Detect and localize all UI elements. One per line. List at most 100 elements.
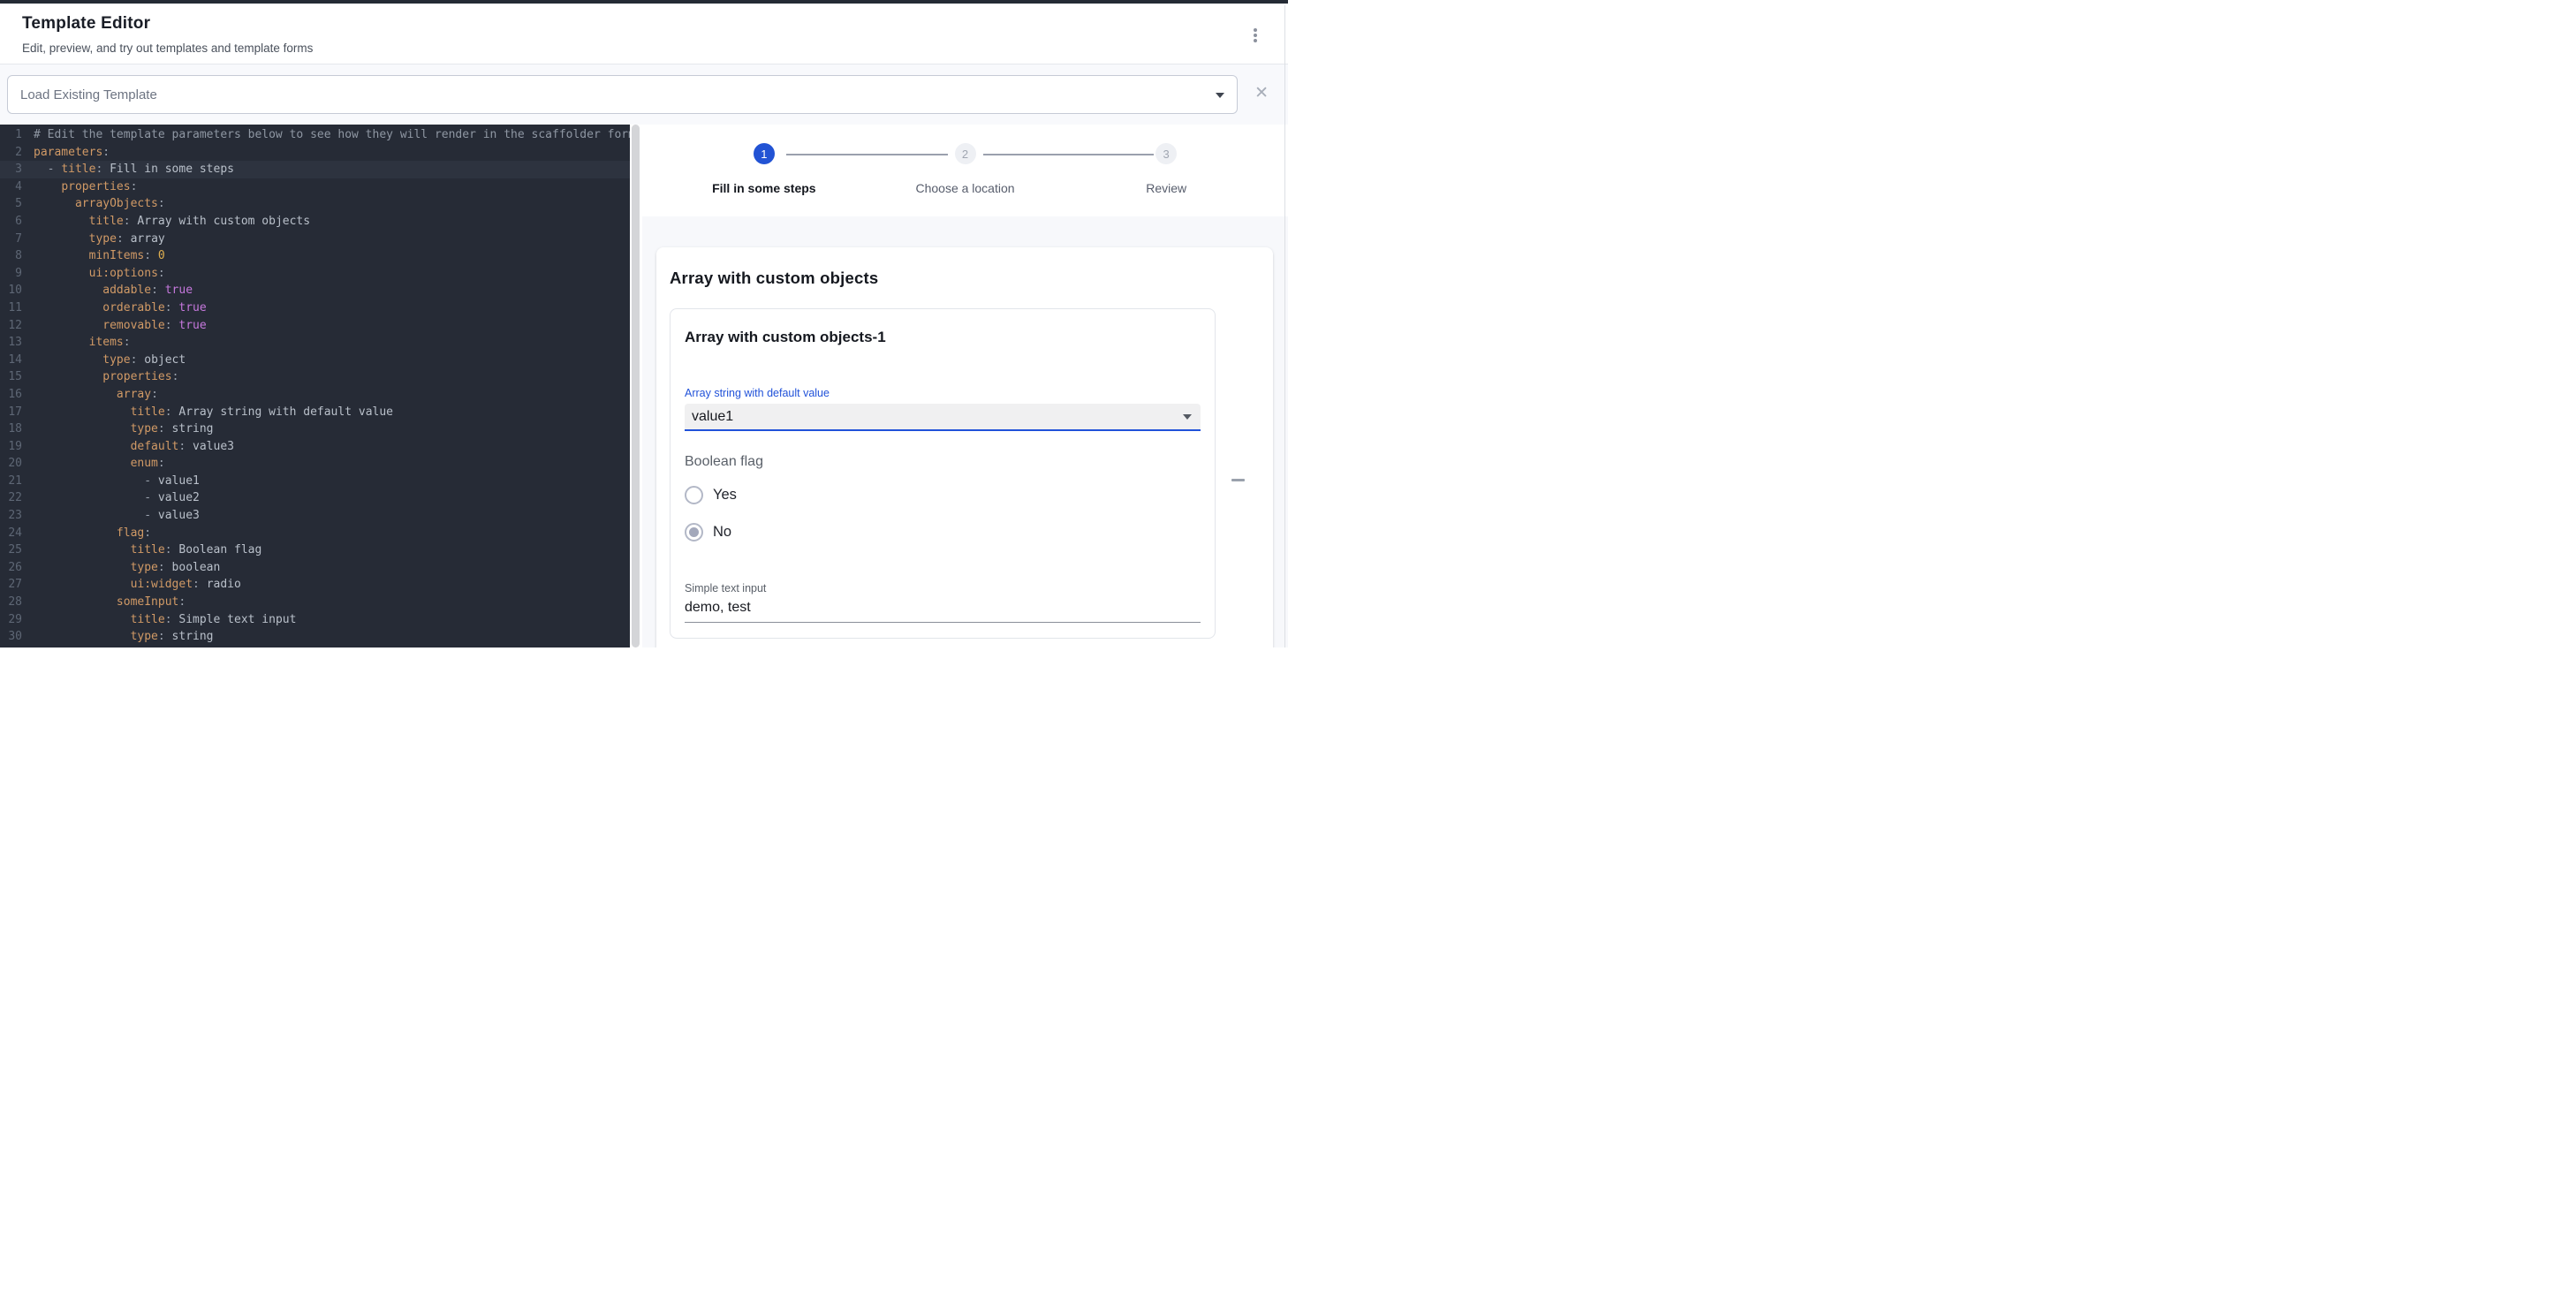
line-number: 7	[0, 231, 22, 248]
step-fill-in-some-steps[interactable]: 1 Fill in some steps	[663, 143, 865, 195]
main-split: 1# Edit the template parameters below to…	[0, 125, 1288, 648]
line-number: 27	[0, 576, 22, 594]
code-line[interactable]: 7 type: array	[0, 231, 630, 248]
boolean-flag-label: Boolean flag	[685, 454, 1201, 470]
code-line[interactable]: 29 title: Simple text input	[0, 611, 630, 629]
code-line[interactable]: 10 addable: true	[0, 282, 630, 299]
code-line[interactable]: 21 - value1	[0, 473, 630, 490]
yaml-code-editor[interactable]: 1# Edit the template parameters below to…	[0, 125, 630, 648]
code-line[interactable]: 12 removable: true	[0, 317, 630, 335]
select-caret-icon	[1183, 414, 1192, 420]
stepper-connector	[983, 154, 1154, 155]
code-lines: 1# Edit the template parameters below to…	[0, 126, 630, 646]
code-line[interactable]: 25 title: Boolean flag	[0, 541, 630, 559]
close-x-icon[interactable]: ✕	[1254, 84, 1269, 103]
load-template-toolbar: Load Existing Template ✕	[0, 64, 1288, 125]
code-text: items:	[22, 334, 131, 352]
line-number: 14	[0, 352, 22, 369]
code-text: - value3	[22, 507, 200, 525]
page-right-edge	[1284, 5, 1285, 648]
radio-label: No	[713, 524, 731, 541]
template-editor-page: Template Editor Edit, preview, and try o…	[0, 0, 1288, 648]
code-text: minItems: 0	[22, 247, 165, 265]
radio-option-yes[interactable]: Yes	[685, 476, 1201, 513]
code-line[interactable]: 17 title: Array string with default valu…	[0, 404, 630, 421]
code-line[interactable]: 22 - value2	[0, 489, 630, 507]
line-number: 21	[0, 473, 22, 490]
code-text: type: object	[22, 352, 186, 369]
code-text: default: value3	[22, 438, 234, 456]
code-line[interactable]: 5 arrayObjects:	[0, 195, 630, 213]
page-title: Template Editor	[22, 14, 1266, 34]
code-line[interactable]: 3 - title: Fill in some steps	[0, 161, 630, 178]
kebab-menu-icon[interactable]	[1247, 27, 1263, 43]
editor-scrollbar[interactable]	[630, 125, 642, 648]
code-line[interactable]: 16 array:	[0, 386, 630, 404]
line-number: 5	[0, 195, 22, 213]
radio-label: Yes	[713, 487, 737, 504]
line-number: 11	[0, 299, 22, 317]
code-line[interactable]: 2parameters:	[0, 144, 630, 162]
code-text: title: Array with custom objects	[22, 213, 310, 231]
step-number-badge: 2	[955, 143, 976, 164]
code-line[interactable]: 18 type: string	[0, 420, 630, 438]
code-line[interactable]: 15 properties:	[0, 368, 630, 386]
line-number: 18	[0, 420, 22, 438]
load-existing-template-select[interactable]: Load Existing Template	[7, 75, 1238, 114]
code-line[interactable]: 28 someInput:	[0, 594, 630, 611]
code-text: ui:widget: radio	[22, 576, 241, 594]
code-text: - value2	[22, 489, 200, 507]
code-line[interactable]: 4 properties:	[0, 178, 630, 196]
line-number: 1	[0, 126, 22, 144]
code-line[interactable]: 24 flag:	[0, 525, 630, 542]
simple-text-input-value: demo, test	[685, 600, 751, 615]
line-number: 23	[0, 507, 22, 525]
stepper: 1 Fill in some steps 2 Choose a location…	[642, 125, 1288, 216]
code-line[interactable]: 23 - value3	[0, 507, 630, 525]
code-line[interactable]: 26 type: boolean	[0, 559, 630, 577]
array-string-select[interactable]: value1	[685, 404, 1201, 431]
step-review[interactable]: 3 Review	[1065, 143, 1267, 195]
code-line[interactable]: 6 title: Array with custom objects	[0, 213, 630, 231]
code-line[interactable]: 30 type: string	[0, 628, 630, 646]
line-number: 6	[0, 213, 22, 231]
step-choose-a-location[interactable]: 2 Choose a location	[865, 143, 1066, 195]
code-text: orderable: true	[22, 299, 207, 317]
line-number: 28	[0, 594, 22, 611]
line-number: 29	[0, 611, 22, 629]
code-line[interactable]: 20 enum:	[0, 455, 630, 473]
step-label: Fill in some steps	[712, 181, 815, 195]
line-number: 20	[0, 455, 22, 473]
line-number: 30	[0, 628, 22, 646]
editor-scrollbar-thumb[interactable]	[632, 125, 640, 648]
line-number: 16	[0, 386, 22, 404]
line-number: 17	[0, 404, 22, 421]
radio-circle-icon[interactable]	[685, 523, 703, 541]
code-text: flag:	[22, 525, 151, 542]
simple-text-input[interactable]: demo, test	[685, 600, 1201, 623]
radio-group: Yes No	[685, 476, 1201, 550]
radio-circle-icon[interactable]	[685, 486, 703, 504]
code-line[interactable]: 27 ui:widget: radio	[0, 576, 630, 594]
page-header: Template Editor Edit, preview, and try o…	[0, 4, 1288, 64]
array-section-title: Array with custom objects	[670, 269, 1260, 288]
remove-item-button[interactable]	[1231, 479, 1245, 481]
line-number: 2	[0, 144, 22, 162]
code-text: parameters:	[22, 144, 110, 162]
code-line[interactable]: 14 type: object	[0, 352, 630, 369]
code-text: arrayObjects:	[22, 195, 165, 213]
radio-option-no[interactable]: No	[685, 513, 1201, 550]
code-line[interactable]: 9 ui:options:	[0, 265, 630, 283]
code-line[interactable]: 13 items:	[0, 334, 630, 352]
form-preview-panel: 1 Fill in some steps 2 Choose a location…	[642, 125, 1288, 648]
code-line[interactable]: 8 minItems: 0	[0, 247, 630, 265]
code-text: properties:	[22, 368, 178, 386]
code-text: removable: true	[22, 317, 207, 335]
line-number: 4	[0, 178, 22, 196]
code-line[interactable]: 1# Edit the template parameters below to…	[0, 126, 630, 144]
line-number: 9	[0, 265, 22, 283]
code-line[interactable]: 19 default: value3	[0, 438, 630, 456]
line-number: 24	[0, 525, 22, 542]
code-text: someInput:	[22, 594, 186, 611]
code-line[interactable]: 11 orderable: true	[0, 299, 630, 317]
